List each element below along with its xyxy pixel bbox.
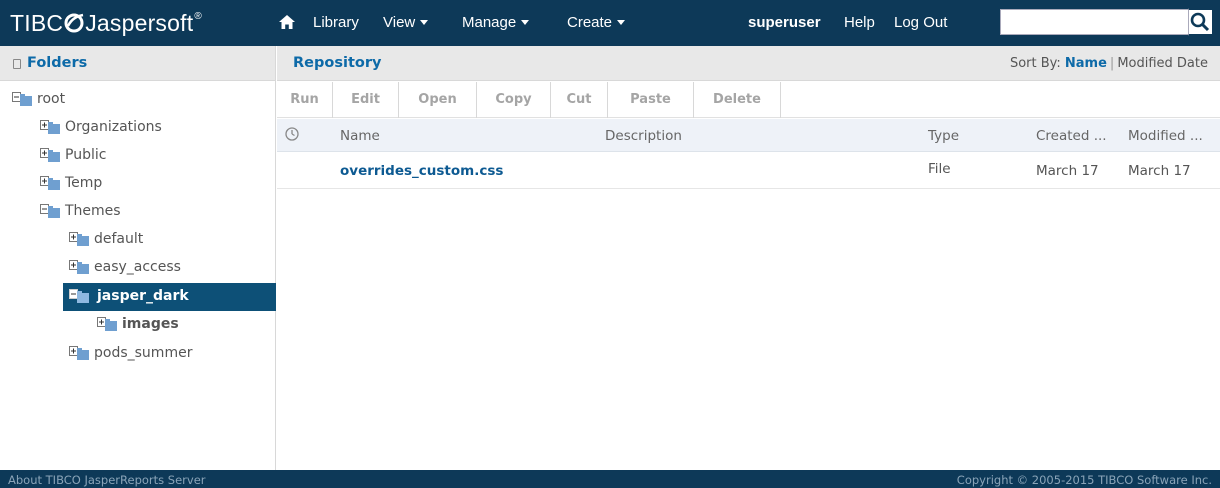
search-button[interactable] <box>1188 8 1214 36</box>
sort-by-label: Sort By: <box>1009 56 1061 71</box>
tree-label-public: Public <box>65 147 107 163</box>
nav-manage-menu[interactable]: Manage <box>462 14 530 31</box>
column-name[interactable]: Name <box>340 128 380 144</box>
top-navigation-bar: TIBC Jaspersoft® Library View Manage Cre… <box>0 0 1220 46</box>
repository-toolbar: Run Edit Open Copy Cut Paste Delete <box>277 82 1220 118</box>
clock-icon[interactable] <box>285 127 299 141</box>
nav-manage-label: Manage <box>462 14 517 31</box>
nav-create-menu[interactable]: Create <box>567 14 626 31</box>
tree-label-images: images <box>122 316 179 332</box>
folder-open-icon <box>69 289 89 303</box>
delete-button[interactable]: Delete <box>694 82 781 118</box>
footer-bar: About TIBCO JasperReports Server Copyrig… <box>0 470 1220 488</box>
tibco-jaspersoft-logo[interactable]: TIBC Jaspersoft® <box>10 10 202 37</box>
open-button[interactable]: Open <box>399 82 477 118</box>
folder-open-icon <box>12 92 32 106</box>
home-icon[interactable] <box>279 15 295 29</box>
repository-column-header: Name Description Type Created ... Modifi… <box>277 119 1220 152</box>
logo-text-tibco: TIBC <box>10 10 64 36</box>
nav-create-label: Create <box>567 14 613 31</box>
copyright-text: Copyright © 2005-2015 TIBCO Software Inc… <box>956 473 1212 487</box>
chevron-down-icon <box>617 20 626 25</box>
tree-node-themes[interactable]: Themes <box>40 201 240 223</box>
resource-type: File <box>928 161 951 177</box>
tree-label-pods-summer: pods_summer <box>94 345 193 361</box>
column-type[interactable]: Type <box>928 128 959 144</box>
magnifier-icon <box>1190 12 1210 32</box>
sort-by-control: Sort By: Name | Modified Date <box>1010 56 1208 71</box>
tree-node-default[interactable]: default <box>69 229 259 251</box>
sort-by-modified-link[interactable]: Modified Date <box>1117 56 1208 71</box>
logo-text-jaspersoft: Jaspersoft <box>85 10 194 36</box>
tree-node-temp[interactable]: Temp <box>40 173 240 195</box>
folder-closed-icon <box>97 317 117 331</box>
repository-title: Repository <box>293 55 382 71</box>
tree-label-jasper-dark: jasper_dark <box>97 288 189 304</box>
nav-help[interactable]: Help <box>844 14 875 31</box>
nav-logout[interactable]: Log Out <box>894 14 947 31</box>
logo-registered-mark: ® <box>194 11 202 22</box>
tree-node-organizations[interactable]: Organizations <box>40 117 240 139</box>
tree-label-root: root <box>37 91 66 107</box>
sort-by-name-link[interactable]: Name <box>1065 56 1107 71</box>
column-description[interactable]: Description <box>605 128 682 144</box>
folder-closed-icon <box>69 232 89 246</box>
resource-modified: March 17 <box>1128 163 1191 179</box>
folder-closed-icon <box>40 148 60 162</box>
tree-node-pods-summer[interactable]: pods_summer <box>69 343 259 365</box>
table-row[interactable]: overrides_custom.css File March 17 March… <box>277 153 1220 189</box>
repository-panel: Repository Sort By: Name | Modified Date R… <box>277 46 1220 470</box>
column-created[interactable]: Created ... <box>1036 128 1107 144</box>
nav-library[interactable]: Library <box>313 14 359 31</box>
folder-open-icon <box>40 204 60 218</box>
run-button[interactable]: Run <box>277 82 333 118</box>
logo-swoosh-icon <box>64 13 84 33</box>
tree-label-default: default <box>94 231 144 247</box>
edit-button[interactable]: Edit <box>333 82 399 118</box>
repository-header: Repository Sort By: Name | Modified Date <box>277 46 1220 81</box>
tree-label-themes: Themes <box>65 203 121 219</box>
paste-button[interactable]: Paste <box>608 82 694 118</box>
folder-closed-icon <box>40 120 60 134</box>
copy-button[interactable]: Copy <box>477 82 551 118</box>
tree-node-public[interactable]: Public <box>40 145 240 167</box>
folders-panel-header: Folders <box>0 46 275 81</box>
resource-created: March 17 <box>1036 163 1099 179</box>
tree-node-jasper-dark[interactable]: jasper_dark <box>63 283 276 311</box>
tree-label-temp: Temp <box>65 175 103 191</box>
tree-node-root[interactable]: root <box>12 89 162 111</box>
nav-view-menu[interactable]: View <box>383 14 429 31</box>
folder-closed-icon <box>69 346 89 360</box>
resource-name-link[interactable]: overrides_custom.css <box>340 163 503 179</box>
tree-node-easy-access[interactable]: easy_access <box>69 257 259 279</box>
nav-user-name[interactable]: superuser <box>748 14 821 31</box>
tree-label-easy-access: easy_access <box>94 259 181 275</box>
chevron-down-icon <box>420 20 429 25</box>
about-link[interactable]: About TIBCO JasperReports Server <box>8 473 206 487</box>
folders-title: Folders <box>27 55 88 71</box>
folder-closed-icon <box>69 260 89 274</box>
folders-panel: Folders root Organizations Public Temp T… <box>0 46 276 470</box>
tree-label-organizations: Organizations <box>65 119 162 135</box>
nav-view-label: View <box>383 14 416 31</box>
collapse-panel-icon[interactable] <box>13 59 21 69</box>
sort-separator: | <box>1109 56 1115 71</box>
cut-button[interactable]: Cut <box>551 82 608 118</box>
folder-closed-icon <box>40 176 60 190</box>
tree-node-images[interactable]: images <box>97 314 267 336</box>
column-modified[interactable]: Modified ... <box>1128 128 1203 144</box>
chevron-down-icon <box>521 20 530 25</box>
search-input[interactable] <box>1000 9 1190 35</box>
